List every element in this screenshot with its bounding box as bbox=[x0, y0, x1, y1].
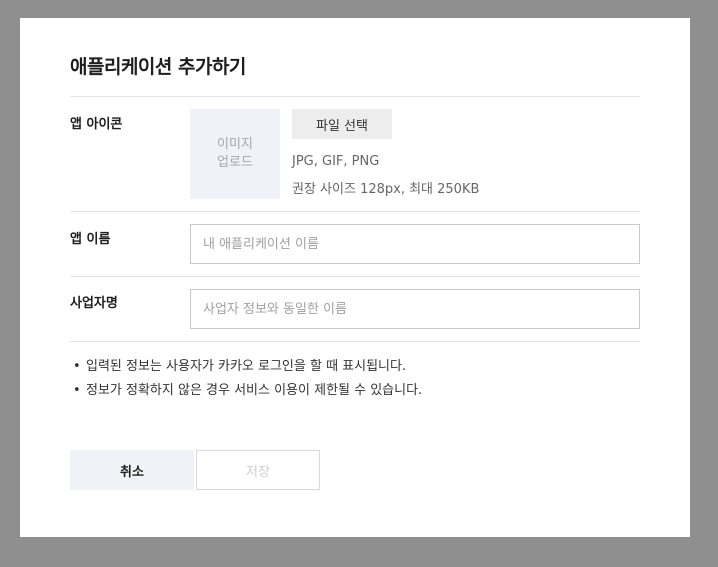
add-application-dialog: 애플리케이션 추가하기 앱 아이콘 이미지 업로드 파일 선택 JPG, GIF… bbox=[20, 18, 690, 537]
allowed-formats-text: JPG, GIF, PNG bbox=[292, 154, 380, 169]
bullet-icon: • bbox=[73, 359, 81, 374]
company-name-label: 사업자명 bbox=[70, 296, 118, 311]
app-name-label: 앱 이름 bbox=[70, 232, 111, 247]
cancel-button[interactable]: 취소 bbox=[70, 450, 194, 490]
divider bbox=[70, 341, 640, 342]
upload-text-line1: 이미지 bbox=[217, 137, 253, 152]
notice-text: 정보가 정확하지 않은 경우 서비스 이용이 제한될 수 있습니다. bbox=[86, 383, 423, 398]
notice-item: • 정보가 정확하지 않은 경우 서비스 이용이 제한될 수 있습니다. bbox=[70, 379, 422, 403]
divider bbox=[70, 96, 640, 97]
image-upload-box[interactable]: 이미지 업로드 bbox=[190, 109, 280, 199]
file-select-button[interactable]: 파일 선택 bbox=[292, 109, 392, 139]
notice-text: 입력된 정보는 사용자가 카카오 로그인을 할 때 표시됩니다. bbox=[86, 359, 407, 374]
divider bbox=[70, 276, 640, 277]
company-name-input[interactable] bbox=[190, 289, 640, 329]
size-hint-text: 권장 사이즈 128px, 최대 250KB bbox=[292, 182, 480, 197]
bullet-icon: • bbox=[73, 383, 81, 398]
upload-text-line2: 업로드 bbox=[217, 155, 253, 170]
app-name-input[interactable] bbox=[190, 224, 640, 264]
notice-item: • 입력된 정보는 사용자가 카카오 로그인을 할 때 표시됩니다. bbox=[70, 355, 422, 379]
divider bbox=[70, 211, 640, 212]
save-button[interactable]: 저장 bbox=[196, 450, 320, 490]
app-icon-label: 앱 아이콘 bbox=[70, 117, 123, 132]
dialog-title: 애플리케이션 추가하기 bbox=[70, 56, 246, 78]
notice-list: • 입력된 정보는 사용자가 카카오 로그인을 할 때 표시됩니다. • 정보가… bbox=[70, 355, 422, 403]
